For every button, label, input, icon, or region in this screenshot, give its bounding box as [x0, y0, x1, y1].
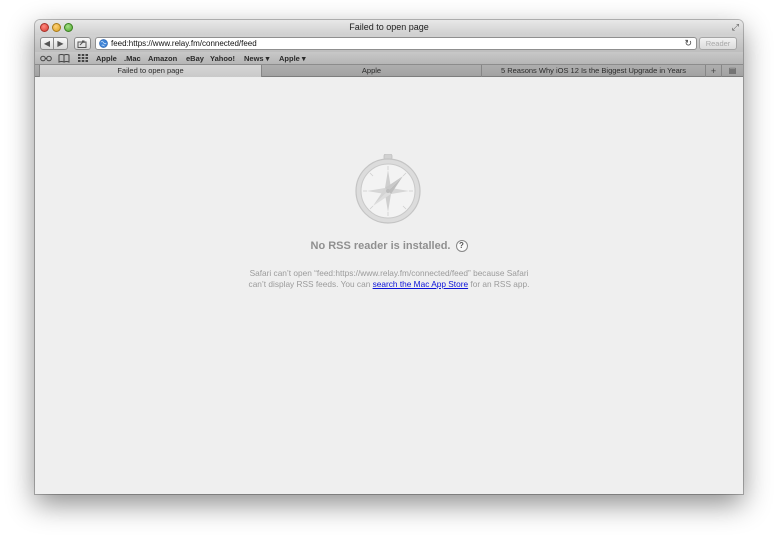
compass-icon: [355, 154, 421, 224]
glasses-icon[interactable]: [40, 53, 52, 63]
grid-icon[interactable]: [77, 53, 89, 63]
zoom-window-button[interactable]: [64, 23, 73, 32]
reader-button[interactable]: Reader: [699, 37, 737, 50]
bookmark-amazon[interactable]: Amazon: [148, 52, 177, 65]
tab-apple[interactable]: Apple: [262, 65, 482, 77]
forward-button[interactable]: ▶: [54, 37, 68, 50]
toolbar: ◀ ▶ feed:https://www.relay.fm/connected/…: [35, 35, 743, 52]
error-message-line-2: can’t display RSS feeds. You can search …: [35, 279, 743, 290]
error-heading: No RSS reader is installed.?: [35, 240, 743, 253]
bookmark-yahoo[interactable]: Yahoo!: [210, 52, 235, 65]
share-button[interactable]: [74, 37, 91, 50]
address-bar[interactable]: feed:https://www.relay.fm/connected/feed…: [95, 37, 697, 50]
window-title: Failed to open page: [349, 22, 429, 32]
error-message-line-2-end: for an RSS app.: [468, 279, 530, 289]
back-arrow-icon: ◀: [43, 39, 51, 48]
tab-list-icon: ▤: [728, 66, 737, 75]
minimize-window-button[interactable]: [52, 23, 61, 32]
error-message: Safari can’t open “feed:https://www.rela…: [35, 268, 743, 290]
new-tab-button[interactable]: +: [706, 65, 722, 77]
address-text: feed:https://www.relay.fm/connected/feed: [111, 39, 257, 48]
tab-bar: Failed to open page Apple 5 Reasons Why …: [35, 65, 743, 77]
help-icon[interactable]: ?: [455, 240, 468, 253]
tab-overview-button[interactable]: ▤: [724, 65, 741, 77]
globe-icon: [99, 39, 108, 48]
title-bar[interactable]: Failed to open page ⤢: [35, 20, 743, 35]
plus-icon: +: [710, 66, 717, 76]
bookmark-ebay[interactable]: eBay: [186, 52, 204, 65]
bookmark-mac[interactable]: .Mac: [124, 52, 141, 65]
tab-ios12-article[interactable]: 5 Reasons Why iOS 12 Is the Biggest Upgr…: [482, 65, 706, 77]
error-heading-text: No RSS reader is installed.: [310, 240, 451, 252]
reload-icon[interactable]: ↻: [684, 38, 692, 49]
tab-failed-to-open[interactable]: Failed to open page: [39, 65, 262, 77]
share-icon: [77, 40, 87, 48]
bookmark-apple[interactable]: Apple: [96, 52, 117, 65]
page-content: No RSS reader is installed.? Safari can’…: [35, 78, 743, 494]
fullscreen-icon[interactable]: ⤢: [732, 22, 739, 32]
forward-arrow-icon: ▶: [57, 39, 64, 48]
back-button[interactable]: ◀: [40, 37, 54, 50]
error-message-line-2-start: can’t display RSS feeds. You can: [248, 279, 373, 289]
bookmark-news-folder[interactable]: News ▾: [244, 52, 269, 65]
browser-window: Failed to open page ⤢ ◀ ▶ feed:https://w…: [35, 20, 743, 494]
close-window-button[interactable]: [40, 23, 49, 32]
mac-app-store-link[interactable]: search the Mac App Store: [373, 279, 468, 289]
bookmarks-bar: Apple .Mac Amazon eBay Yahoo! News ▾ App…: [35, 52, 743, 65]
error-message-line-1: Safari can’t open “feed:https://www.rela…: [249, 268, 529, 278]
book-icon[interactable]: [58, 53, 70, 63]
bookmark-apple-folder[interactable]: Apple ▾: [279, 52, 306, 65]
